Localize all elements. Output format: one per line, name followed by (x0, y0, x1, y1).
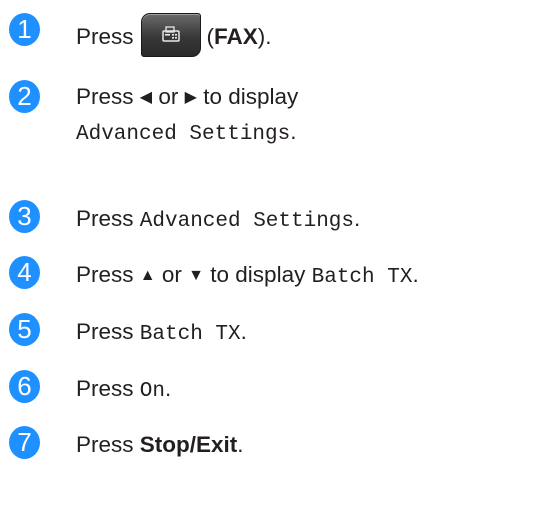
up-arrow-icon: ▲ (139, 267, 156, 284)
press-text: Press (76, 84, 134, 109)
step-number-badge: 3 (9, 200, 40, 233)
period: . (237, 432, 244, 457)
step-1: 1 Press (FAX). (0, 0, 552, 62)
down-arrow-icon: ▼ (188, 267, 205, 284)
setting-name: On (139, 380, 165, 403)
to-display-text: to display (210, 262, 306, 287)
period: . (290, 119, 297, 144)
open-paren: ( (206, 23, 215, 49)
setting-name: Batch TX (311, 266, 413, 289)
step-text: Press Batch TX. (76, 318, 247, 349)
step-number-badge: 4 (9, 256, 40, 289)
step-number-badge: 1 (9, 13, 40, 46)
press-text: Press (76, 262, 134, 287)
or-text: or (158, 84, 179, 109)
to-display-text: to display (203, 84, 299, 109)
period: . (354, 206, 361, 231)
step-text: Press On. (76, 375, 171, 406)
fax-label: FAX (214, 23, 258, 49)
setting-name: Batch TX (139, 323, 241, 346)
period: . (165, 376, 172, 401)
step-7: 7 Press Stop/Exit. (0, 422, 552, 472)
stop-exit-key: Stop/Exit (139, 432, 238, 457)
fax-button[interactable] (140, 13, 201, 57)
step-number-badge: 2 (9, 80, 40, 113)
step-number-badge: 7 (9, 426, 40, 459)
step-text-line-1: Press ◀ or ▶ to display (76, 83, 298, 112)
period: . (412, 262, 419, 287)
step-6: 6 Press On. (0, 366, 552, 416)
step-text: Press (FAX). (76, 13, 272, 60)
press-text: Press (76, 432, 134, 457)
step-3: 3 Press Advanced Settings. (0, 196, 552, 246)
fax-icon (161, 26, 180, 42)
close-paren: ). (257, 23, 272, 49)
step-text: Press ▲ or ▼ to display Batch TX. (76, 261, 419, 292)
step-number-badge: 6 (9, 370, 40, 403)
step-2: 2 Press ◀ or ▶ to display Advanced Setti… (0, 78, 552, 158)
step-text: Press Stop/Exit. (76, 431, 244, 459)
or-text: or (161, 262, 182, 287)
press-text: Press (76, 23, 134, 49)
left-arrow-icon: ◀ (139, 89, 153, 106)
setting-name: Advanced Settings (139, 210, 355, 233)
setting-name: Advanced Settings (76, 123, 291, 146)
step-text-line-2: Advanced Settings. (76, 118, 297, 149)
press-text: Press (76, 206, 134, 231)
step-number-badge: 5 (9, 313, 40, 346)
right-arrow-icon: ▶ (184, 89, 197, 106)
step-4: 4 Press ▲ or ▼ to display Batch TX. (0, 252, 552, 302)
press-text: Press (76, 376, 134, 401)
step-text: Press Advanced Settings. (76, 205, 360, 236)
press-text: Press (76, 319, 134, 344)
period: . (240, 319, 247, 344)
step-5: 5 Press Batch TX. (0, 309, 552, 359)
